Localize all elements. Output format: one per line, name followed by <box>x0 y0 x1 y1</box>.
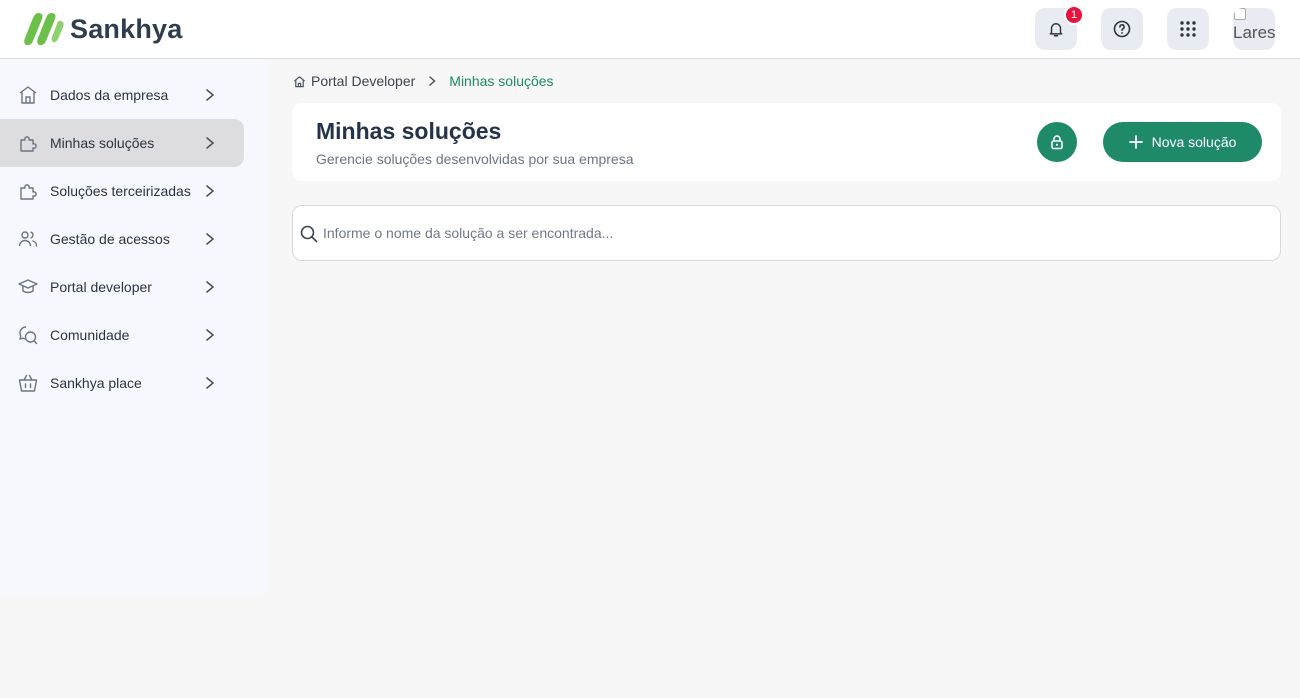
logo-text: Sankhya <box>70 13 183 44</box>
apps-menu-button[interactable] <box>1167 8 1209 50</box>
plus-icon <box>1128 135 1143 149</box>
new-solution-label: Nova solução <box>1151 134 1237 150</box>
page-subtitle: Gerencie soluções desenvolvidas por sua … <box>316 151 634 167</box>
sidebar-item-solucoes-terceirizadas[interactable]: Soluções terceirizadas <box>0 167 244 215</box>
breadcrumb-portal-developer-link[interactable]: Portal Developer <box>311 73 415 89</box>
sidebar-item-label: Comunidade <box>50 327 130 343</box>
notification-count-badge: 1 <box>1064 5 1084 25</box>
sankhya-logo-icon <box>24 13 64 46</box>
chevron-right-icon <box>206 185 215 197</box>
sidebar-item-label: Soluções terceirizadas <box>50 183 191 199</box>
chevron-right-icon <box>206 377 215 389</box>
sidebar-item-portal-developer[interactable]: Portal developer <box>0 263 244 311</box>
sidebar-item-label: Sankhya place <box>50 375 142 391</box>
sidebar-item-gestao-de-acessos[interactable]: Gestão de acessos <box>0 215 244 263</box>
help-button[interactable] <box>1101 8 1143 50</box>
sidebar-item-dados-da-empresa[interactable]: Dados da empresa <box>0 71 244 119</box>
building-icon <box>19 86 37 104</box>
sidebar-item-label: Minhas soluções <box>50 135 155 151</box>
page-title: Minhas soluções <box>316 118 502 144</box>
bell-icon <box>1049 23 1063 37</box>
breadcrumb-current: Minhas soluções <box>449 73 554 89</box>
sidebar-item-label: Dados da empresa <box>50 87 169 103</box>
chat-bubbles-icon <box>19 326 38 345</box>
chevron-right-icon <box>206 89 215 101</box>
sidebar-item-label: Gestão de acessos <box>50 231 170 247</box>
search-input[interactable] <box>323 214 1263 252</box>
chevron-right-icon <box>206 137 215 149</box>
graduation-cap-icon <box>18 279 38 294</box>
sidebar-item-sankhya-place[interactable]: Sankhya place <box>0 359 244 407</box>
sidebar-item-comunidade[interactable]: Comunidade <box>0 311 244 359</box>
avatar-alt-text: Lares <box>1233 23 1275 42</box>
notifications-button[interactable]: 1 <box>1035 5 1084 50</box>
search-icon <box>300 225 318 243</box>
search-box <box>292 205 1281 261</box>
sidebar-item-label: Portal developer <box>50 279 152 295</box>
help-circle-icon <box>1113 20 1131 38</box>
sankhya-logo[interactable]: Sankhya <box>24 10 182 48</box>
top-header: Sankhya 1 Lares <box>0 0 1300 59</box>
puzzle-icon <box>20 136 37 152</box>
users-icon <box>18 231 38 247</box>
user-avatar[interactable]: Lares <box>1233 8 1275 50</box>
lock-icon <box>1051 135 1063 150</box>
page-header-card: Minhas soluções Gerencie soluções desenv… <box>292 103 1281 181</box>
basket-icon <box>18 374 38 392</box>
new-solution-button[interactable]: Nova solução <box>1103 122 1262 162</box>
chevron-right-icon <box>206 233 215 245</box>
puzzle-icon <box>20 184 37 200</box>
chevron-right-icon <box>206 281 215 293</box>
broken-image-icon <box>1234 8 1246 20</box>
grid-dots-icon <box>1180 21 1196 37</box>
home-icon <box>294 75 305 87</box>
breadcrumb: Portal Developer Minhas soluções <box>293 72 554 90</box>
lock-button[interactable] <box>1037 122 1077 162</box>
chevron-right-icon <box>206 329 215 341</box>
sidebar: Dados da empresa Minhas soluções Soluçõe… <box>0 59 269 594</box>
chevron-right-icon <box>429 76 436 86</box>
sidebar-item-minhas-solucoes[interactable]: Minhas soluções <box>0 119 244 167</box>
